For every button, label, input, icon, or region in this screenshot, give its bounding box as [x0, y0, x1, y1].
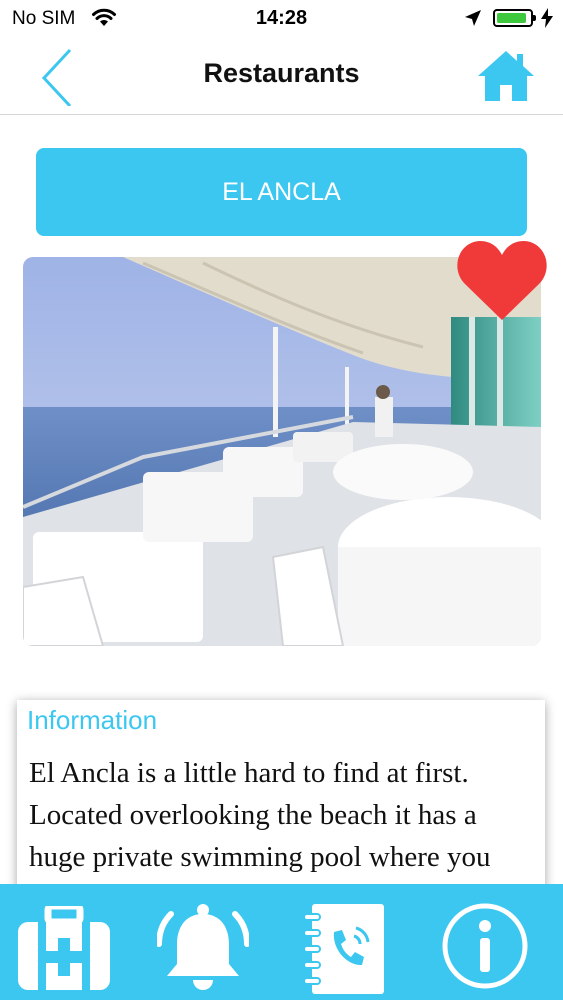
home-icon: [478, 51, 534, 101]
information-heading: Information: [27, 705, 158, 735]
bottom-tab-bar: [0, 884, 563, 1000]
back-button[interactable]: [34, 44, 84, 108]
phone-book-icon: [303, 904, 384, 994]
charging-bolt-icon: [541, 8, 553, 28]
favorite-button[interactable]: [456, 238, 548, 322]
information-text: El Ancla is a little hard to find at fir…: [29, 757, 491, 900]
restaurant-name-button[interactable]: EL ANCLA: [36, 148, 527, 236]
heart-icon: [457, 241, 547, 320]
information-card: Information El Ancla is a little hard to…: [17, 700, 545, 900]
home-button[interactable]: [476, 48, 536, 104]
tab-info[interactable]: [423, 884, 563, 1000]
tab-alerts[interactable]: [141, 884, 281, 1000]
tab-contacts[interactable]: [282, 884, 422, 1000]
navigation-bar: Restaurants: [0, 38, 563, 115]
location-arrow-icon: [465, 10, 481, 26]
chevron-left-icon: [41, 48, 72, 108]
bell-icon: [157, 904, 249, 990]
info-icon: [442, 903, 528, 989]
tab-first-aid[interactable]: [0, 884, 140, 1000]
battery-icon: [493, 9, 536, 27]
status-bar: No SIM 14:28: [0, 0, 563, 38]
first-aid-kit-icon: [18, 906, 110, 990]
